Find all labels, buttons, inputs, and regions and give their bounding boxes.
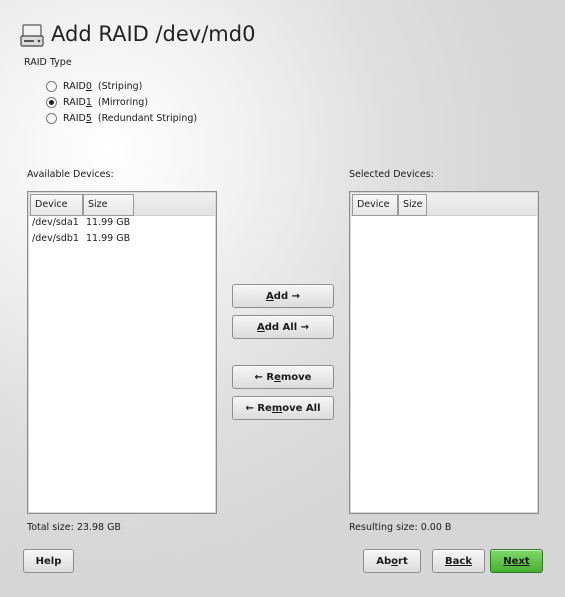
remove-all-button[interactable]: ← Re m ove All [232, 396, 334, 420]
resulting-size-text: Resulting size: 0.00 B [349, 522, 452, 533]
column-device-header[interactable]: Device [30, 194, 83, 216]
table-header: Device Size [351, 193, 537, 216]
harddisk-icon [20, 23, 46, 49]
back-button[interactable]: Back [432, 549, 485, 573]
abort-button[interactable]: Ab o rt [363, 549, 421, 573]
size-cell: 11.99 GB [86, 217, 131, 228]
raid-0-radio[interactable] [46, 80, 57, 92]
selected-devices-label: Selected Devices: [349, 169, 434, 180]
column-size-header[interactable]: Size [398, 194, 427, 216]
column-device-header[interactable]: Device [352, 194, 398, 216]
raid-5-radio[interactable] [46, 112, 57, 124]
page-title: Add RAID /dev/md0 [51, 22, 256, 46]
raid-1-radio[interactable] [46, 96, 57, 108]
selected-devices-table[interactable]: Device Size [349, 191, 539, 514]
raid-1-option[interactable]: RAID 1 (Mirroring) [46, 95, 148, 109]
add-all-button[interactable]: Add All → [232, 315, 334, 339]
next-button[interactable]: Next [490, 549, 543, 573]
remove-button[interactable]: ← Re move [232, 365, 334, 389]
available-devices-table[interactable]: Device Size /dev/sda1 11.99 GB /dev/sdb1… [27, 191, 217, 514]
device-cell: /dev/sda1 [32, 217, 79, 228]
size-cell: 11.99 GB [86, 233, 131, 244]
raid-type-label: RAID Type [24, 57, 72, 68]
raid-0-option[interactable]: RAID 0 (Striping) [46, 79, 142, 93]
device-cell: /dev/sdb1 [32, 233, 79, 244]
table-header: Device Size [29, 193, 215, 216]
total-size-text: Total size: 23.98 GB [27, 522, 121, 533]
column-size-header[interactable]: Size [83, 194, 134, 216]
raid-5-option[interactable]: RAID 5 (Redundant Striping) [46, 111, 197, 125]
add-button[interactable]: Add → [232, 284, 334, 308]
available-devices-label: Available Devices: [27, 169, 114, 180]
table-row[interactable]: /dev/sdb1 11.99 GB [32, 233, 130, 244]
table-row[interactable]: /dev/sda1 11.99 GB [32, 217, 130, 228]
help-button[interactable]: Help [23, 549, 74, 573]
